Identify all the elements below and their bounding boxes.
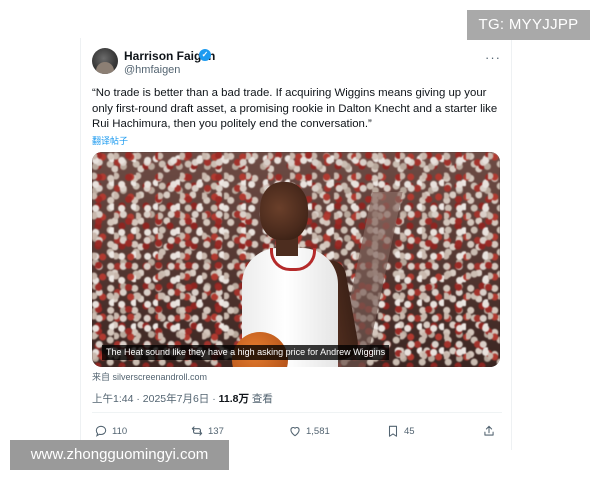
translate-post-link[interactable]: 翻译帖子 <box>92 134 128 147</box>
repost-count: 137 <box>208 425 224 437</box>
bookmark-button[interactable]: 45 <box>386 422 415 440</box>
repost-icon <box>191 426 203 436</box>
tg-badge: TG: MYYJJPP <box>467 10 590 40</box>
share-button[interactable] <box>482 422 500 440</box>
views-count: 11.8万 <box>218 393 249 405</box>
source-link[interactable]: 来自 silverscreenandroll.com <box>92 370 207 383</box>
reply-count: 110 <box>112 425 128 437</box>
site-watermark: www.zhongguomingyi.com <box>10 440 229 470</box>
timestamp[interactable]: 上午1:44 · 2025年7月6日 · <box>92 393 219 405</box>
media-image[interactable]: The Heat sound like they have a high ask… <box>92 152 500 367</box>
reply-icon <box>95 425 107 437</box>
verified-badge-icon: ✓ <box>199 49 211 61</box>
tweet-meta: 上午1:44 · 2025年7月6日 · 11.8万 查看 <box>92 391 273 406</box>
heart-icon <box>290 427 300 437</box>
author-handle[interactable]: @hmfaigen <box>124 64 180 76</box>
share-icon <box>484 425 494 436</box>
divider <box>92 412 502 413</box>
player-head <box>260 182 308 240</box>
action-bar: 110 137 1,581 45 <box>92 422 502 440</box>
more-options-icon[interactable]: ··· <box>485 50 501 65</box>
bookmark-count: 45 <box>404 425 415 437</box>
like-count: 1,581 <box>306 425 330 437</box>
bookmark-icon <box>388 425 398 437</box>
repost-button[interactable]: 137 <box>190 422 224 440</box>
tweet-text: “No trade is better than a bad trade. If… <box>92 87 498 130</box>
media-caption: The Heat sound like they have a high ask… <box>102 345 390 360</box>
reply-button[interactable]: 110 <box>94 422 127 440</box>
like-button[interactable]: 1,581 <box>288 422 330 440</box>
avatar[interactable] <box>92 48 118 74</box>
views-label: 查看 <box>249 393 273 405</box>
